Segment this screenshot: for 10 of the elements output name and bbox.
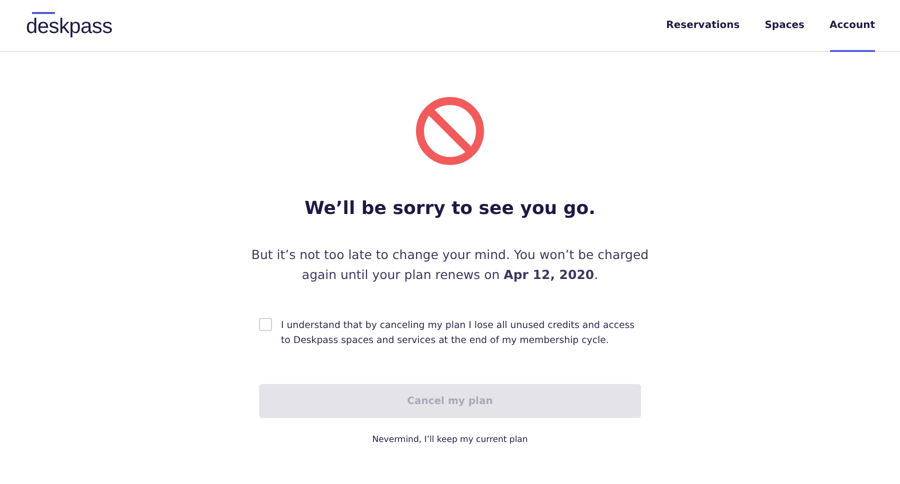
heading: We’ll be sorry to see you go. (304, 198, 596, 219)
nav-tab[interactable]: Account (830, 0, 875, 52)
keep-plan-link[interactable]: Nevermind, I’ll keep my current plan (372, 435, 528, 445)
message-text: But it’s not too late to change your mind. You won’t be charged again until your plan renews on Apr 12, 2020. (250, 246, 650, 284)
prohibited-icon (415, 96, 485, 166)
consent-checkbox[interactable] (259, 318, 272, 331)
consent-label: I understand that by canceling my plan I lose all unused credits and access to Deskpass spaces and services at the end of my membership cycle. (281, 319, 636, 348)
nav-tab[interactable]: Reservations (666, 0, 740, 52)
deskpass-logo[interactable]: deskpass (26, 12, 112, 38)
nav-tab[interactable]: Spaces (764, 0, 805, 52)
